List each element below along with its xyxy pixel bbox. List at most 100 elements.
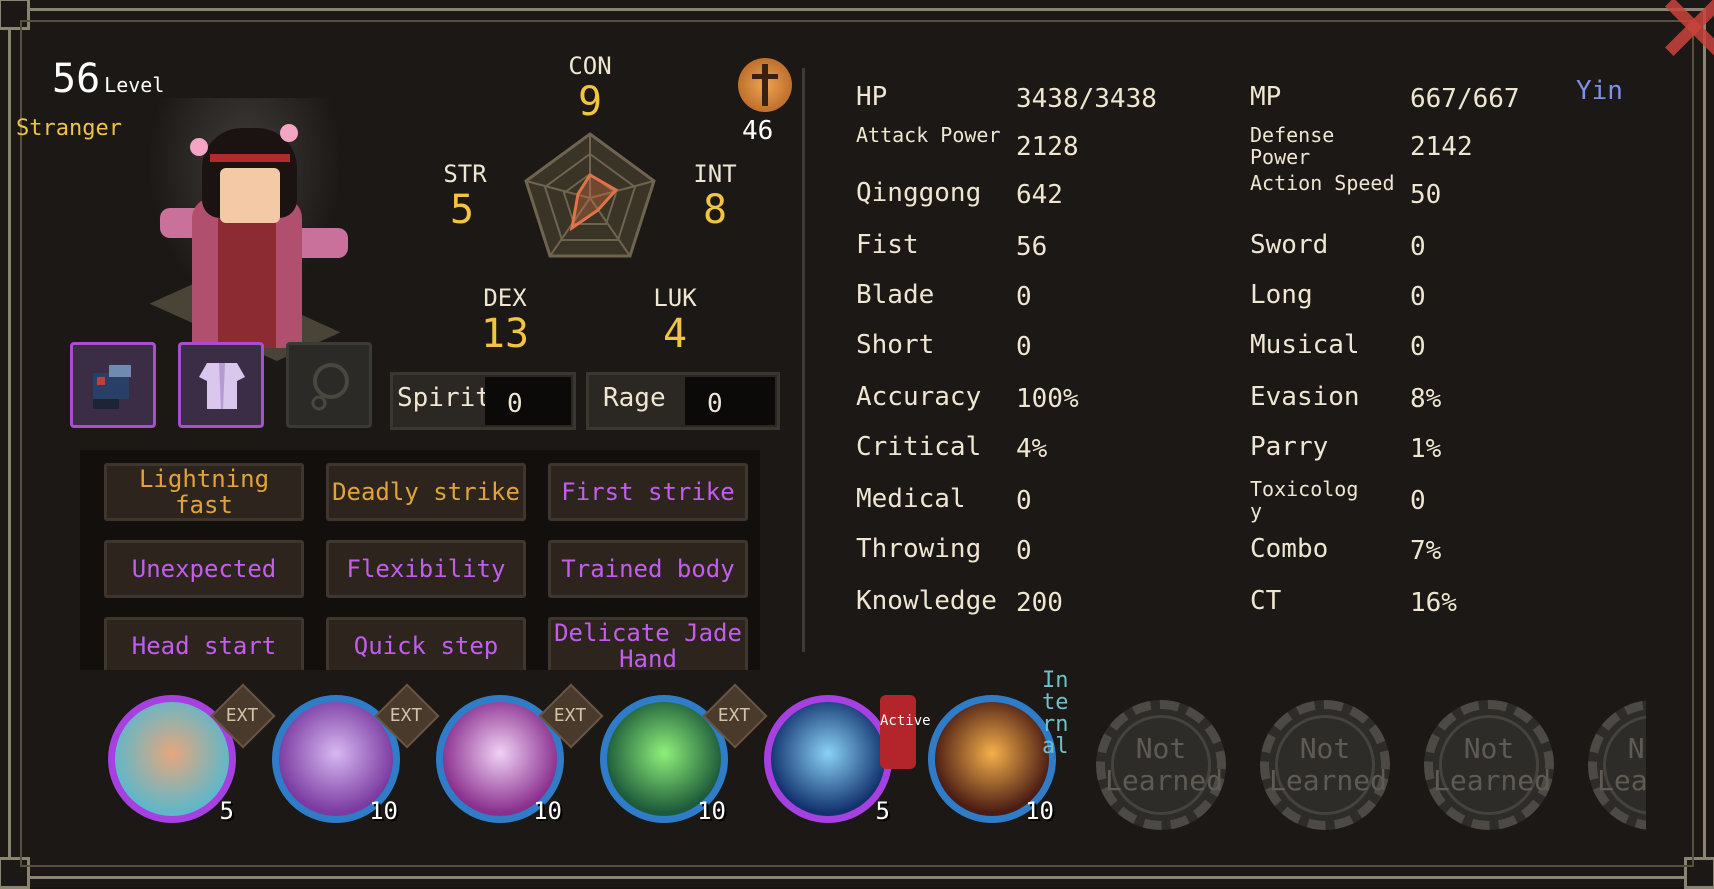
attr-left-label: Medical: [856, 484, 966, 514]
attr-left-value: 56: [1016, 232, 1048, 262]
rage-value: 0: [685, 377, 775, 425]
spirit-label: Spirit: [397, 383, 491, 413]
trait-item[interactable]: Delicate Jade Hand: [548, 617, 748, 670]
attr-left-label: Short: [856, 330, 935, 360]
attr-right-value: 0: [1410, 332, 1426, 362]
attr-left-label: HP: [856, 82, 888, 112]
trait-label: Trained body: [561, 555, 735, 583]
trait-label: Quick step: [353, 632, 499, 660]
stat-con-value: 9: [577, 79, 603, 125]
level-value: 56: [52, 56, 101, 102]
rage-bar: Rage 0: [586, 372, 780, 430]
trait-item[interactable]: Trained body: [548, 540, 748, 598]
skill-slot[interactable]: EXT 5: [108, 683, 276, 825]
stat-int: INT 8: [680, 160, 750, 232]
divider: [802, 68, 805, 652]
rage-label: Rage: [603, 383, 666, 413]
stat-int-value: 8: [702, 187, 728, 233]
attr-left-label: Qinggong: [856, 178, 982, 208]
ext-label: EXT: [389, 705, 423, 726]
stat-dex-label: DEX: [483, 284, 527, 312]
attr-right-label: MP: [1250, 82, 1282, 112]
stat-str-label: STR: [443, 160, 487, 188]
skill-slot[interactable]: Active 5: [764, 695, 931, 825]
robe-icon: [199, 363, 245, 409]
equipment-slot-gloves[interactable]: [70, 342, 156, 428]
attr-left-label: Throwing: [856, 534, 982, 564]
attr-left-label: Blade: [856, 280, 935, 310]
close-icon[interactable]: [1664, 0, 1714, 52]
trait-item[interactable]: Deadly strike: [326, 463, 526, 521]
attr-right-label: Action Speed: [1250, 171, 1395, 195]
badge-value: 46: [742, 116, 774, 146]
trait-item[interactable]: Head start: [104, 617, 304, 670]
spirit-bar: Spirit 0: [390, 372, 576, 430]
skill-level: 5: [875, 797, 890, 825]
attr-right-value: 667/667: [1410, 84, 1520, 114]
attr-right-value: 16%: [1410, 588, 1457, 618]
attr-left-value: 0: [1016, 282, 1032, 312]
skill-level: 10: [1025, 797, 1054, 825]
trait-label: Flexibility: [346, 555, 506, 583]
trait-label: Lightning fast: [138, 465, 270, 519]
attr-right-value: 1%: [1410, 434, 1442, 464]
attr-left-value: 0: [1016, 486, 1032, 516]
empty-slot-label: Not Learned: [1597, 732, 1646, 797]
empty-skill-slot[interactable]: Not Learned: [1424, 700, 1554, 830]
skill-bar-clip: Not Learned: [1588, 690, 1646, 840]
skill-slot[interactable]: EXT 10: [272, 683, 440, 825]
skill-slot[interactable]: 10: [928, 695, 1056, 825]
attr-left-value: 0: [1016, 332, 1032, 362]
character-portrait: [130, 58, 360, 361]
attr-right-label: Parry: [1250, 432, 1329, 462]
trait-item[interactable]: First strike: [548, 463, 748, 521]
stat-con: CON 9: [556, 52, 624, 124]
blue-flame-icon: [764, 695, 892, 823]
empty-skill-slot[interactable]: Not Learned: [1588, 700, 1646, 830]
stat-str: STR 5: [430, 160, 500, 232]
attr-left-value: 200: [1016, 588, 1063, 618]
ext-label: EXT: [225, 705, 259, 726]
attr-left-label: Accuracy: [856, 382, 982, 412]
gauntlet-icon: [93, 365, 131, 409]
attr-left-label: Fist: [856, 230, 919, 260]
equipment-slot-armor[interactable]: [178, 342, 264, 428]
skill-level: 10: [697, 797, 726, 825]
stat-dex-value: 13: [480, 311, 530, 357]
attr-right-label: Musical: [1250, 330, 1360, 360]
internal-tag: Internal: [1042, 668, 1069, 759]
trait-item[interactable]: Unexpected: [104, 540, 304, 598]
attr-left-value: 100%: [1016, 384, 1079, 414]
empty-slot-label: Not Learned: [1269, 732, 1388, 797]
skill-level: 10: [369, 797, 398, 825]
trait-label: First strike: [561, 478, 735, 506]
affinity-label: Yin: [1576, 76, 1623, 106]
empty-skill-slot[interactable]: Not Learned: [1096, 700, 1226, 830]
trait-label: Unexpected: [131, 555, 277, 583]
attr-left-value: 4%: [1016, 434, 1048, 464]
attr-right-value: 2142: [1410, 132, 1473, 162]
attr-left-value: 3438/3438: [1016, 84, 1157, 114]
amulet-icon: [311, 363, 349, 411]
skill-slot[interactable]: EXT 10: [436, 683, 604, 825]
attr-right-label: Defense Power: [1250, 123, 1335, 169]
skill-slot[interactable]: EXT 10: [600, 683, 768, 825]
trait-label: Delicate Jade Hand: [554, 619, 742, 670]
skill-level: 5: [219, 797, 234, 825]
equipment-slot-accessory[interactable]: [286, 342, 372, 428]
trait-item[interactable]: Quick step: [326, 617, 526, 670]
attr-right-value: 7%: [1410, 536, 1442, 566]
attr-right-value: 0: [1410, 282, 1426, 312]
empty-skill-slot[interactable]: Not Learned: [1260, 700, 1390, 830]
trait-item[interactable]: Flexibility: [326, 540, 526, 598]
frame-corner: [1684, 857, 1714, 889]
trait-item[interactable]: Lightning fast: [104, 463, 304, 521]
attr-left-value: 2128: [1016, 132, 1079, 162]
stat-luk: LUK 4: [640, 284, 710, 356]
attr-right-label: Long: [1250, 280, 1313, 310]
attr-left-label: Critical: [856, 432, 982, 462]
traits-list[interactable]: Lightning fast Deadly strike First strik…: [80, 450, 760, 670]
empty-slot-label: Not Learned: [1105, 732, 1224, 797]
ext-label: EXT: [717, 705, 751, 726]
frame-corner: [0, 0, 30, 30]
